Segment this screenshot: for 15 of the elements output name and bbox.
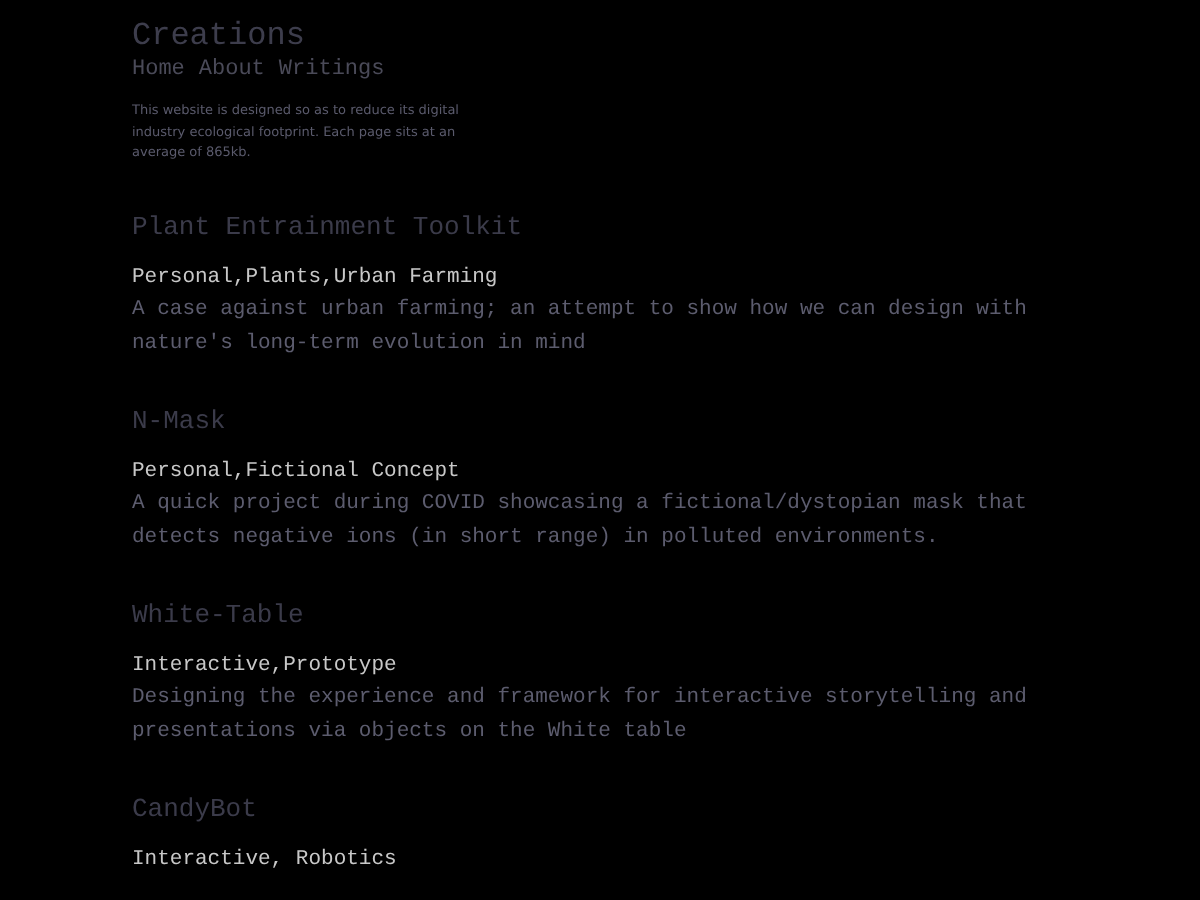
project-tags: Interactive, Robotics	[132, 843, 1052, 875]
project-description: A quick project during COVID showcasing a fictional/dystopian mask that detects negative ions (in short range) in polluted environments.	[132, 489, 1029, 553]
project-tags: Interactive,Prototype	[132, 649, 1052, 681]
project-title[interactable]: CandyBot	[132, 793, 1052, 825]
project-description: A case against urban farming; an attempt to show how we can design with nature's long-term evolution in mind	[132, 295, 1029, 359]
nav-link[interactable]: Writings	[278, 56, 385, 84]
project-title[interactable]: White-Table	[132, 599, 1052, 631]
nav-link[interactable]: Home	[132, 56, 185, 84]
nav-link[interactable]: About	[198, 56, 265, 84]
site-title: Creations	[132, 16, 307, 56]
project-tags: Personal,Plants,Urban Farming	[132, 261, 1052, 293]
project-title[interactable]: N-Mask	[132, 405, 1052, 437]
project-description: Designing the experience and framework for interactive storytelling and presentations via objects on the White table	[132, 683, 1029, 747]
project-title[interactable]: Plant Entrainment Toolkit	[132, 211, 1052, 243]
project-tags: Personal,Fictional Concept	[132, 455, 1052, 487]
